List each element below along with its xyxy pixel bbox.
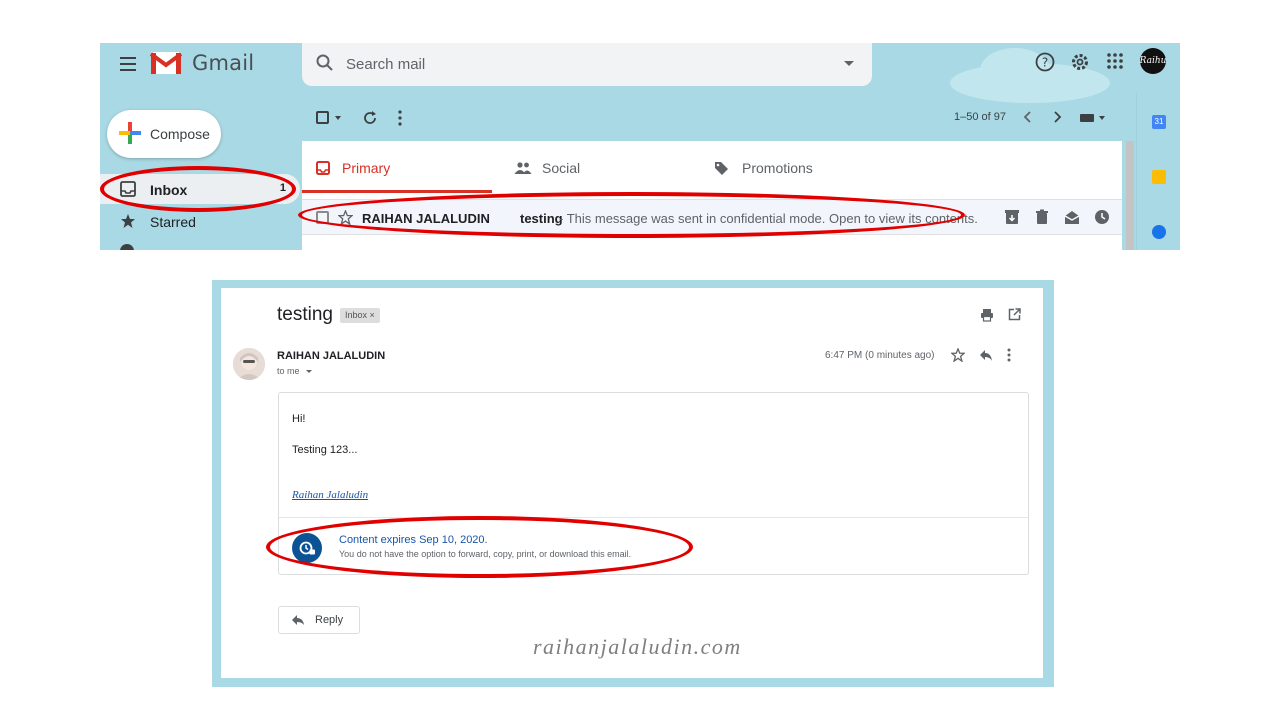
account-avatar[interactable]: Raihu: [1140, 48, 1166, 74]
annotation-ellipse-expiry: [266, 516, 693, 578]
body-line: Hi!: [292, 413, 306, 425]
signature-link[interactable]: Raihan Jalaludin: [292, 489, 368, 501]
select-all-checkbox[interactable]: [316, 111, 329, 124]
keyboard-input-icon[interactable]: [1080, 113, 1106, 123]
annotation-ellipse-inbox: [100, 166, 296, 212]
recipient-details[interactable]: to me: [277, 366, 313, 376]
delete-icon[interactable]: [1034, 209, 1050, 225]
chevron-right-icon[interactable]: [1053, 111, 1063, 123]
active-tab-indicator: [302, 190, 492, 193]
tasks-icon[interactable]: [1152, 225, 1166, 239]
recipient-label: to me: [277, 366, 300, 376]
help-icon[interactable]: ?: [1035, 52, 1055, 72]
select-dropdown-icon[interactable]: [335, 116, 341, 120]
compose-label: Compose: [150, 126, 210, 142]
thread-actions: [980, 308, 1021, 322]
sidebar-item-snoozed-partial[interactable]: [120, 244, 134, 250]
gmail-logo-icon: [150, 52, 182, 74]
row-actions: [1004, 209, 1110, 225]
search-input[interactable]: Search mail: [346, 56, 425, 73]
apps-grid-icon[interactable]: [1106, 52, 1124, 70]
chevron-left-icon[interactable]: [1022, 111, 1032, 123]
body-line: Testing 123...: [292, 444, 358, 456]
search-icon: [316, 54, 333, 71]
tab-promotions[interactable]: Promotions: [702, 141, 902, 193]
email-view-screenshot: testing Inbox × RAIHAN JALALUDIN to me 6…: [212, 280, 1054, 687]
tab-label: Social: [542, 160, 581, 176]
settings-gear-icon[interactable]: [1070, 52, 1090, 72]
star-icon: [121, 214, 135, 228]
email-subject: testing: [277, 304, 333, 325]
chevron-down-icon: [306, 370, 313, 374]
reply-arrow-icon[interactable]: [979, 348, 993, 362]
reply-button[interactable]: Reply: [278, 606, 360, 634]
compose-button[interactable]: Compose: [107, 110, 221, 158]
tag-icon: [715, 162, 728, 175]
watermark-text: raihanjalaludin.com: [533, 634, 742, 659]
side-panel-rail: 31: [1136, 93, 1180, 250]
pagination-label: 1–50 of 97: [954, 111, 1006, 123]
person-photo-icon: [233, 348, 265, 380]
tab-social[interactable]: Social: [502, 141, 702, 193]
gmail-wordmark: Gmail: [192, 51, 255, 75]
more-options-icon[interactable]: [1007, 348, 1011, 362]
annotation-ellipse-mail-row: [298, 192, 965, 238]
archive-icon[interactable]: [1004, 209, 1020, 225]
tab-label: Promotions: [742, 160, 813, 176]
tab-label: Primary: [342, 160, 391, 176]
plus-icon: [119, 122, 141, 144]
calendar-icon[interactable]: 31: [1152, 115, 1166, 129]
more-options-icon[interactable]: [398, 110, 402, 126]
mail-list-scrollbar[interactable]: [1126, 141, 1134, 250]
svg-text:?: ?: [1042, 56, 1048, 70]
snooze-clock-icon[interactable]: [1094, 209, 1110, 225]
sender-name: RAIHAN JALALUDIN: [277, 350, 386, 362]
email-card: testing Inbox × RAIHAN JALALUDIN to me 6…: [221, 288, 1043, 678]
sender-avatar[interactable]: [233, 348, 265, 380]
tab-primary[interactable]: Primary: [302, 141, 502, 193]
mark-as-read-icon[interactable]: [1064, 209, 1080, 225]
search-options-icon[interactable]: [844, 61, 854, 66]
people-icon: [514, 162, 532, 174]
refresh-icon[interactable]: [362, 110, 378, 126]
message-timestamp: 6:47 PM (0 minutes ago): [825, 350, 935, 361]
avatar-text: Raihu: [1139, 56, 1167, 66]
inbox-tab-icon: [316, 161, 330, 175]
main-menu-icon[interactable]: [120, 57, 136, 71]
keep-icon[interactable]: [1152, 170, 1166, 184]
search-bar[interactable]: Search mail: [302, 43, 872, 86]
sidebar-item-label: Starred: [150, 214, 196, 230]
message-actions: [951, 348, 1011, 362]
reply-arrow-icon: [292, 615, 304, 625]
star-outline-icon[interactable]: [951, 348, 965, 362]
inbox-label-chip[interactable]: Inbox ×: [340, 308, 380, 323]
open-in-new-window-icon[interactable]: [1008, 308, 1021, 321]
print-icon[interactable]: [980, 308, 994, 322]
reply-label: Reply: [315, 614, 344, 626]
